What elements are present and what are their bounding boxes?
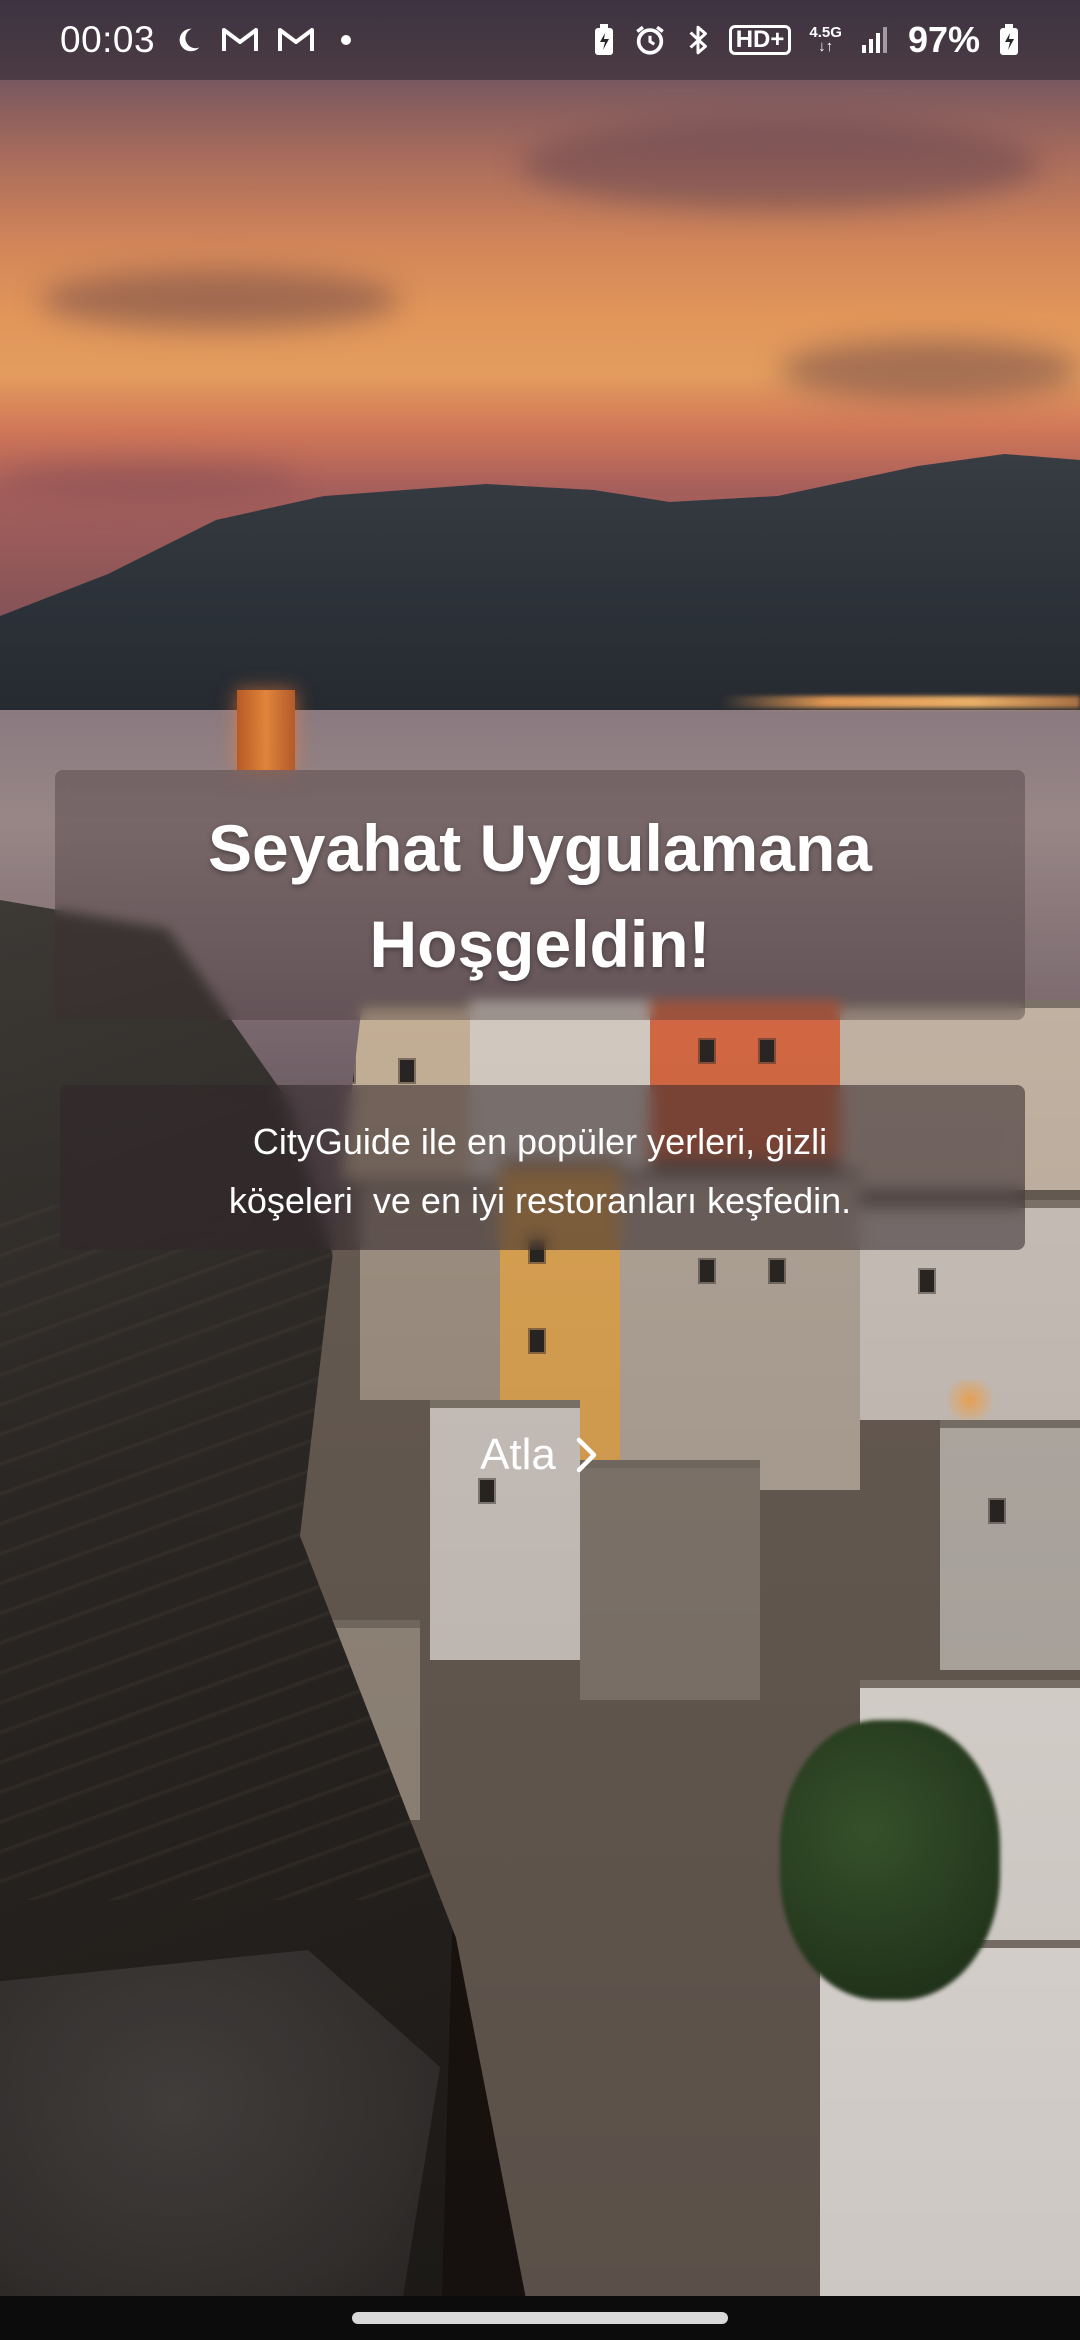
gmail-icon [277, 26, 315, 54]
description-line-2: köşeleri ve en iyi restoranları keşfedin… [228, 1180, 852, 1221]
home-indicator[interactable] [352, 2312, 728, 2324]
status-bar: 00:03 HD+ 4.5G ↓↑ 97% [0, 0, 1080, 80]
notification-dot-icon [341, 35, 352, 45]
skip-label: Atla [480, 1430, 556, 1479]
navigation-bar [0, 2296, 1080, 2340]
bluetooth-icon [685, 23, 711, 57]
chevron-right-icon [574, 1435, 600, 1475]
page-title: Seyahat Uygulamana Hoşgeldin! [90, 800, 990, 992]
alarm-icon [633, 23, 667, 57]
network-type-icon: 4.5G ↓↑ [809, 24, 842, 55]
status-bar-left: 00:03 [60, 19, 352, 61]
battery-charging-icon [998, 23, 1020, 57]
hd-voice-icon: HD+ [728, 25, 792, 55]
status-bar-right: HD+ 4.5G ↓↑ 97% [593, 19, 1020, 61]
description-line-1: CityGuide ile en popüler yerleri, gizli [252, 1121, 828, 1162]
signal-icon [860, 25, 890, 55]
battery-percent: 97% [907, 19, 980, 60]
welcome-description: CityGuide ile en popüler yerleri, gizli … [100, 1112, 980, 1230]
gmail-icon [221, 26, 259, 54]
status-time: 00:03 [60, 19, 156, 60]
skip-button[interactable]: Atla [440, 1420, 640, 1490]
title-line-1: Seyahat Uygulamana [208, 811, 872, 885]
battery-saver-icon [593, 23, 615, 57]
title-line-2: Hoşgeldin! [369, 907, 711, 981]
moon-icon [173, 25, 203, 55]
